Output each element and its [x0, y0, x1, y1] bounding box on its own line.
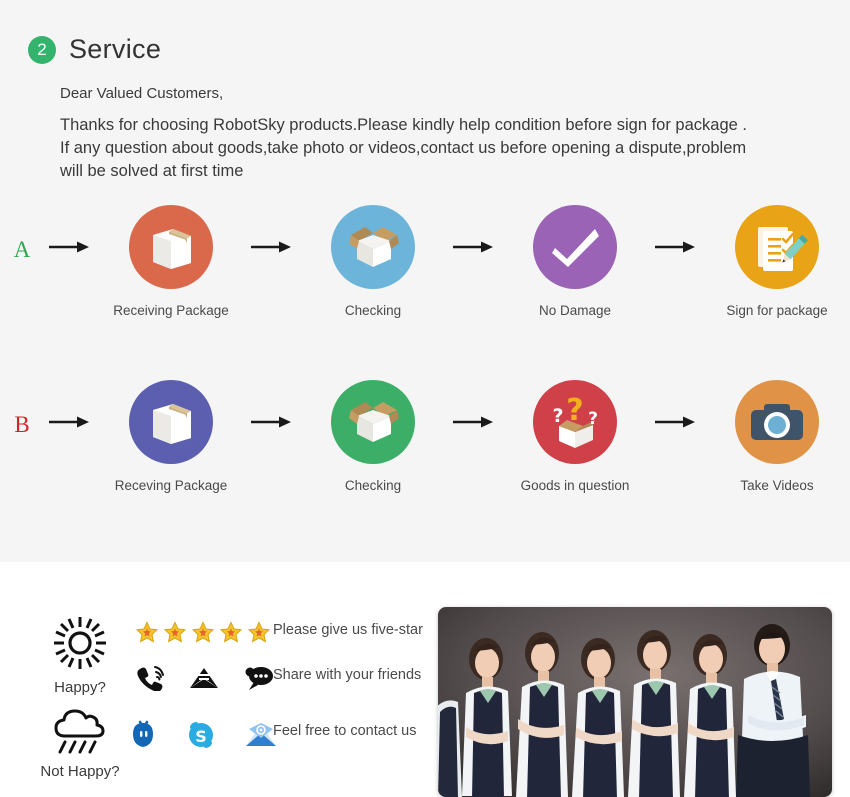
camera-icon — [735, 380, 819, 464]
flow-step-caption: Receving Package — [114, 478, 228, 493]
contact-icon-row: S — [128, 720, 278, 755]
flow-step-caption: Checking — [344, 303, 402, 318]
team-photo — [438, 607, 832, 797]
flow-step: Take Videos — [702, 380, 850, 494]
question-box-icon: ? ? ? — [533, 380, 617, 464]
open-box-icon — [331, 380, 415, 464]
arrow-icon — [448, 205, 500, 289]
intro-line-3: will be solved at first time — [60, 162, 244, 180]
flow-label-a: A — [13, 237, 31, 262]
sun-icon — [51, 614, 109, 677]
signed-document-icon — [735, 205, 819, 289]
sealed-box-icon — [129, 205, 213, 289]
svg-text:S: S — [195, 727, 207, 746]
star-icon[interactable] — [247, 620, 271, 649]
flow-step: Receiving Package — [96, 205, 246, 319]
mood-happy: Happy? — [28, 614, 132, 696]
arrow-icon — [650, 380, 702, 464]
intro-text-block: Dear Valued Customers, Thanks for choosi… — [60, 85, 850, 183]
rain-cloud-icon — [49, 704, 111, 761]
social-icon-row — [136, 665, 274, 696]
svg-text:?: ? — [552, 405, 563, 427]
page-title: Service — [69, 34, 162, 64]
skype-icon[interactable]: S — [186, 720, 216, 755]
message-contact: Feel free to contact us — [273, 723, 417, 739]
arrow-icon — [246, 205, 298, 289]
checkmark-icon — [533, 205, 617, 289]
star-rating[interactable] — [135, 620, 271, 649]
envelope-icon[interactable] — [188, 665, 220, 696]
flow-step-caption: Sign for package — [726, 303, 828, 318]
mood-not-happy: Not Happy? — [28, 704, 132, 780]
intro-line-2: If any question about goods,take photo o… — [60, 139, 747, 157]
intro-line-1: Thanks for choosing RobotSky products.Pl… — [60, 116, 747, 134]
service-section: 2 Service Dear Valued Customers, Thanks … — [0, 0, 850, 562]
message-five-star: Please give us five-star — [273, 622, 423, 638]
sealed-box-icon — [129, 380, 213, 464]
flow-label-b: B — [14, 412, 30, 437]
flow-step-caption: Receiving Package — [113, 303, 229, 318]
flow-step: No Damage — [500, 205, 650, 319]
flow-step: Checking — [298, 380, 448, 494]
star-icon[interactable] — [219, 620, 243, 649]
arrow-icon — [246, 380, 298, 464]
flow-step-caption: Goods in question — [520, 478, 630, 493]
flow-step: ? ? ? Goods in question — [500, 380, 650, 494]
flow-step: Checking — [298, 205, 448, 319]
flow-row-b: B Receving Package Checking ? ? ? Goods … — [0, 380, 850, 511]
mood-happy-label: Happy? — [54, 679, 106, 696]
flow-step: Receving Package — [96, 380, 246, 494]
service-page: 2 Service Dear Valued Customers, Thanks … — [0, 0, 850, 797]
star-icon[interactable] — [163, 620, 187, 649]
star-icon[interactable] — [191, 620, 215, 649]
message-share: Share with your friends — [273, 667, 422, 683]
svg-text:?: ? — [588, 409, 598, 429]
arrow-icon — [650, 205, 702, 289]
star-icon[interactable] — [135, 620, 159, 649]
flow-row-a: A Receiving Package Checking No Damage S… — [0, 205, 850, 319]
flow-step: Sign for package — [702, 205, 850, 319]
arrow-icon — [44, 205, 96, 289]
aliwangwang-chat-icon[interactable] — [128, 720, 158, 755]
section-header: 2 Service — [28, 34, 161, 65]
svg-text:?: ? — [566, 393, 583, 428]
section-number-badge: 2 — [28, 35, 56, 64]
flow-step-caption: No Damage — [538, 303, 612, 318]
arrow-icon — [448, 380, 500, 464]
mood-not-happy-label: Not Happy? — [40, 763, 120, 780]
arrow-icon — [44, 380, 96, 464]
phone-ringing-icon[interactable] — [136, 665, 166, 696]
intro-greeting: Dear Valued Customers, — [60, 85, 224, 102]
open-box-icon — [331, 205, 415, 289]
speech-bubble-icon[interactable] — [242, 665, 274, 696]
flow-step-caption: Take Videos — [740, 478, 814, 493]
flow-step-caption: Checking — [344, 478, 402, 493]
